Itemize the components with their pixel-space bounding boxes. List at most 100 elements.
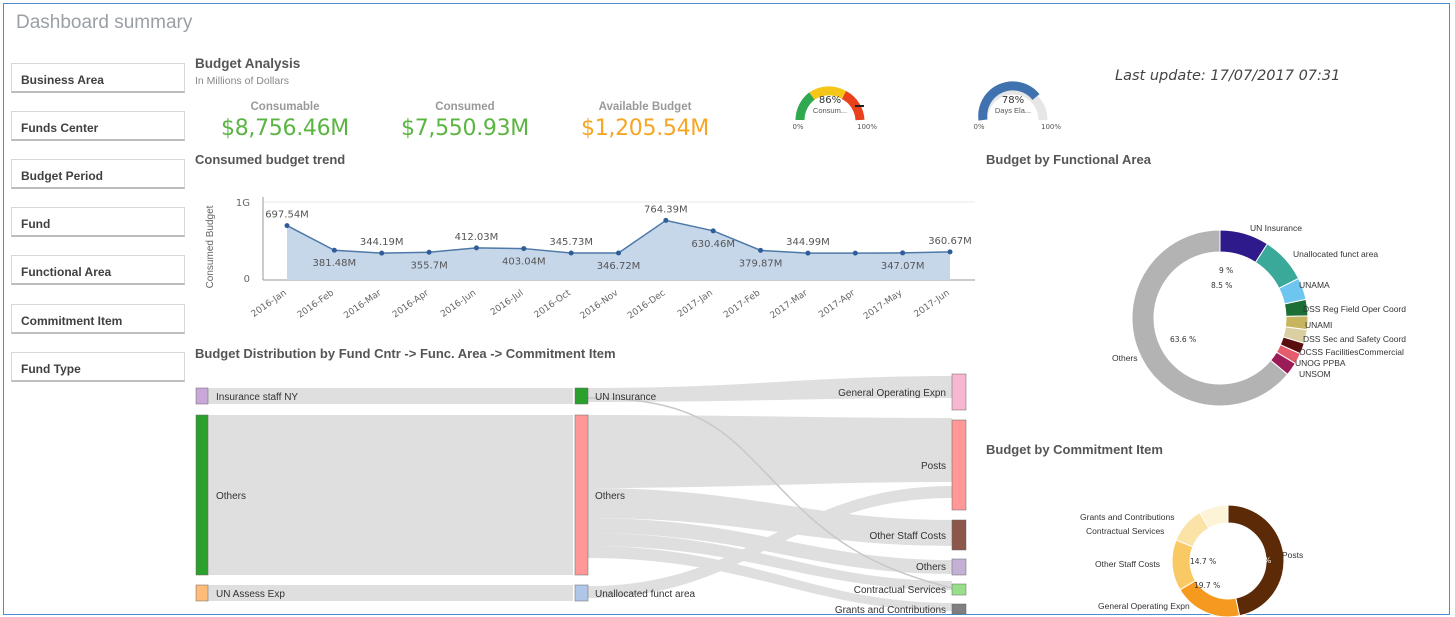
- sankey-node-others-ci[interactable]: [951, 558, 967, 576]
- trend-point[interactable]: [521, 246, 527, 252]
- trend-point[interactable]: [379, 250, 385, 256]
- donut-label: Other Staff Costs: [1095, 559, 1160, 569]
- trend-point[interactable]: [805, 250, 811, 256]
- sankey-node-other-staff-costs[interactable]: [951, 519, 967, 551]
- sankey-label: Unallocated funct area: [595, 589, 696, 600]
- donut-label: Unallocated funct area: [1293, 249, 1378, 259]
- trend-data-label: 344.19M: [360, 237, 404, 248]
- sankey-node-others-fa[interactable]: [574, 414, 589, 576]
- trend-x-tick: 2017-Mar: [769, 288, 810, 321]
- trend-point[interactable]: [616, 250, 621, 256]
- sankey-node-general-operating-expn[interactable]: [951, 373, 967, 411]
- trend-chart: Consumed Budget 1G 0 697.54M 2016-Jan 381.…: [205, 197, 975, 322]
- sankey-label: UN Assess Exp: [216, 589, 285, 600]
- donut-label: Grants and Contributions: [1080, 512, 1175, 522]
- filter-commitment-item[interactable]: Commitment Item: [11, 304, 185, 334]
- kpi-available-value: $1,205.54M: [581, 116, 709, 141]
- donut-label: Others: [1112, 353, 1138, 363]
- sankey-node-un-assess-exp[interactable]: [195, 584, 209, 602]
- trend-x-tick: 2017-Feb: [722, 288, 762, 320]
- trend-point[interactable]: [852, 250, 858, 256]
- sankey-node-others-fc[interactable]: [195, 414, 209, 576]
- trend-data-label: 403.04M: [502, 257, 546, 268]
- trend-data-label: 360.67M: [928, 236, 972, 247]
- donut-label: UNOG PPBA: [1295, 358, 1346, 368]
- trend-point[interactable]: [426, 249, 432, 255]
- sankey-label: Insurance staff NY: [216, 392, 298, 403]
- trend-x-tick: 2017-May: [862, 288, 905, 322]
- filter-budget-period[interactable]: Budget Period: [11, 159, 185, 189]
- gauge-label: Consum...: [813, 106, 847, 115]
- donut-label: General Operating Expn: [1098, 601, 1190, 611]
- trend-point[interactable]: [331, 247, 337, 253]
- sankey-node-contractual-services[interactable]: [951, 583, 967, 596]
- trend-x-tick: 2016-Apr: [391, 288, 431, 320]
- filter-fund[interactable]: Fund: [11, 207, 185, 237]
- trend-data-label: 697.54M: [265, 210, 309, 221]
- donut-pct: 63.6 %: [1170, 335, 1196, 344]
- kpi-available-label: Available Budget: [598, 101, 692, 113]
- donut-pct: 46.7 %: [1245, 556, 1271, 565]
- last-update: Last update: 17/07/2017 07:31: [1115, 68, 1341, 84]
- kpi-consumed-label: Consumed: [435, 101, 495, 113]
- trend-point[interactable]: [568, 250, 574, 256]
- gauge-min: 0%: [973, 123, 984, 131]
- sankey-label: Others: [595, 491, 625, 502]
- kpi-consumable-label: Consumable: [250, 101, 320, 113]
- sankey-label: General Operating Expn: [838, 388, 946, 399]
- filter-functional-area[interactable]: Functional Area: [11, 255, 185, 285]
- sankey-node-insurance-staff-ny[interactable]: [195, 387, 209, 405]
- gauge-min: 0%: [792, 123, 803, 131]
- sankey-label: UN Insurance: [595, 392, 657, 403]
- kpi-consumable-value: $8,756.46M: [221, 116, 349, 141]
- trend-ytick-1g: 1G: [236, 198, 250, 209]
- trend-point[interactable]: [710, 228, 716, 234]
- sankey-node-posts[interactable]: [951, 419, 967, 511]
- filter-business-area[interactable]: Business Area: [11, 63, 185, 93]
- trend-x-tick: 2016-Jun: [439, 288, 478, 320]
- trend-data-label: 381.48M: [313, 258, 357, 269]
- trend-x-tick: 2016-Jul: [489, 288, 525, 318]
- trend-data-label: 344.99M: [786, 237, 830, 248]
- gauge-max: 100%: [857, 123, 877, 131]
- functional-area-donut: UN Insurance Unallocated funct area UNAMA D…: [1112, 223, 1406, 407]
- trend-point[interactable]: [758, 247, 764, 253]
- trend-x-tick: 2017-Jan: [676, 288, 715, 319]
- trend-x-tick: 2016-Dec: [626, 288, 667, 321]
- filter-funds-center[interactable]: Funds Center: [11, 111, 185, 141]
- trend-point[interactable]: [947, 249, 953, 255]
- sankey-node-unallocated[interactable]: [574, 584, 589, 602]
- donut-pct: 14.7 %: [1190, 557, 1216, 566]
- sankey-label: Grants and Contributions: [835, 605, 946, 616]
- commitment-title: Budget by Commitment Item: [986, 442, 1163, 457]
- trend-x-tick: 2016-Mar: [342, 288, 383, 321]
- trend-ytick-0: 0: [244, 274, 250, 285]
- donut-label: Posts: [1282, 550, 1303, 560]
- trend-data-label: 630.46M: [691, 239, 735, 250]
- sankey-label: Posts: [921, 461, 946, 472]
- donut-label: OCSS FacilitiesCommercial: [1299, 347, 1404, 357]
- trend-x-tick: 2016-Jan: [250, 288, 289, 319]
- sankey-label: Others: [916, 562, 946, 573]
- trend-point[interactable]: [473, 245, 479, 251]
- days-elapsed-gauge: 78% Days Ela... 0% 100%: [973, 81, 1061, 131]
- budget-analysis-subtitle: In Millions of Dollars: [195, 75, 289, 87]
- trend-data-label: 764.39M: [644, 204, 688, 215]
- donut-label: DSS Sec and Safety Coord: [1303, 334, 1406, 344]
- donut-label: UNSOM: [1299, 369, 1331, 379]
- gauge-label: Days Ela...: [995, 106, 1031, 115]
- commitment-donut: Grants and Contributions Contractual Serv…: [1080, 505, 1303, 617]
- trend-data-label: 355.7M: [410, 260, 447, 271]
- sankey-node-un-insurance[interactable]: [574, 387, 589, 405]
- donut-pct: 19.7 %: [1194, 581, 1220, 590]
- trend-point[interactable]: [663, 217, 669, 223]
- donut-pct: 8.5 %: [1211, 281, 1232, 290]
- trend-x-tick: 2016-Oct: [533, 288, 573, 321]
- trend-point[interactable]: [900, 250, 906, 256]
- filter-fund-type[interactable]: Fund Type: [11, 352, 185, 382]
- trend-point[interactable]: [284, 223, 290, 229]
- sankey-node-grants[interactable]: [951, 603, 967, 615]
- donut-label: UNAMI: [1305, 320, 1332, 330]
- trend-data-label: 412.03M: [455, 232, 499, 243]
- trend-ylabel: Consumed Budget: [205, 205, 216, 288]
